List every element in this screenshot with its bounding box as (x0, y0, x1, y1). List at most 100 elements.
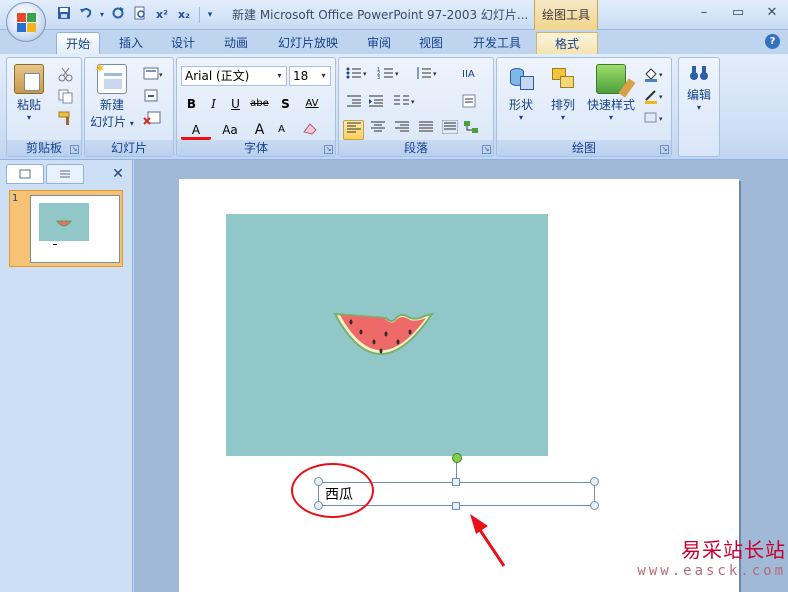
qat-separator (199, 7, 200, 23)
thumbnail-picture (39, 203, 89, 241)
thumbnail-text-mark (53, 244, 57, 245)
shape-effects-icon[interactable]: ▾ (643, 110, 667, 126)
undo-dropdown-icon[interactable]: ▾ (98, 6, 106, 24)
text-shadow-button[interactable]: S (275, 94, 296, 114)
italic-button[interactable]: I (203, 94, 224, 114)
svg-text:IIA: IIA (462, 69, 475, 80)
tab-animations[interactable]: 动画 (214, 32, 258, 54)
font-launcher-icon[interactable]: ↘ (324, 145, 333, 154)
drawing-tools-context: 绘图工具 (534, 0, 598, 30)
drawing-launcher-icon[interactable]: ↘ (660, 145, 669, 154)
resize-handle-bottom[interactable] (452, 502, 460, 510)
align-center-icon[interactable] (367, 120, 388, 140)
clipboard-launcher-icon[interactable]: ↘ (70, 145, 79, 154)
shrink-font-button[interactable]: A (271, 120, 292, 140)
slide-thumbnail-1[interactable]: 1 (9, 190, 123, 267)
arrange-button[interactable]: 排列 ▾ (543, 64, 583, 122)
cut-icon[interactable] (57, 66, 75, 82)
arrange-dropdown-icon[interactable]: ▾ (543, 113, 583, 122)
numbering-icon[interactable]: 1 2 3 ▾ (375, 66, 405, 86)
font-family-dropdown-icon[interactable]: ▾ (273, 67, 286, 85)
decrease-indent-icon[interactable] (343, 94, 364, 114)
close-icon[interactable]: ✕ (762, 4, 782, 22)
align-right-icon[interactable] (391, 120, 412, 140)
slides-tab-icon[interactable] (6, 164, 44, 184)
font-family-select[interactable]: Arial (正文) ▾ (181, 66, 287, 86)
distributed-icon[interactable] (439, 119, 460, 140)
character-spacing-button[interactable]: AV (297, 94, 327, 114)
pane-tabs: ✕ (4, 164, 130, 186)
office-logo-icon (17, 13, 37, 33)
tab-slideshow[interactable]: 幻灯片放映 (270, 32, 346, 54)
quick-styles-button[interactable]: 快速样式 ▾ (583, 64, 639, 122)
underline-button[interactable]: U (225, 94, 246, 114)
save-icon[interactable] (54, 6, 74, 24)
watermelon-picture[interactable] (226, 214, 548, 456)
justify-icon[interactable] (415, 120, 436, 140)
tab-format[interactable]: 格式 (536, 32, 598, 54)
format-painter-icon[interactable] (57, 110, 75, 126)
office-button[interactable] (6, 2, 46, 42)
grow-font-button[interactable]: A (249, 120, 270, 140)
redo-icon[interactable] (108, 6, 128, 24)
layout-icon[interactable]: ▾ (143, 66, 163, 82)
svg-text:▾: ▾ (659, 93, 663, 101)
window-controls: – ▭ ✕ (694, 4, 782, 22)
tab-developer[interactable]: 开发工具 (464, 32, 530, 54)
change-case-button[interactable]: Aa (215, 120, 245, 140)
copy-icon[interactable] (57, 88, 75, 104)
undo-icon[interactable] (76, 6, 96, 24)
increase-indent-icon[interactable] (365, 94, 386, 114)
resize-handle-top[interactable] (452, 478, 460, 486)
smartart-icon[interactable] (461, 120, 482, 140)
tab-home[interactable]: 开始 (56, 32, 100, 54)
align-text-icon[interactable] (459, 94, 480, 114)
resize-handle-bottom-right[interactable] (590, 501, 599, 510)
close-pane-icon[interactable]: ✕ (110, 164, 126, 184)
strikethrough-button[interactable]: abe (249, 94, 270, 114)
columns-icon[interactable]: ▾ (391, 94, 421, 114)
svg-text:▾: ▾ (395, 70, 399, 78)
tab-view[interactable]: 视图 (410, 32, 452, 54)
tab-design[interactable]: 设计 (162, 32, 204, 54)
minimize-icon[interactable]: – (694, 4, 714, 22)
paste-dropdown-icon[interactable]: ▾ (11, 113, 47, 122)
print-preview-icon[interactable] (130, 6, 150, 24)
outline-tab-icon[interactable] (46, 164, 84, 184)
line-spacing-icon[interactable]: ▾ (413, 66, 443, 86)
align-left-icon[interactable] (343, 120, 364, 140)
resize-handle-top-right[interactable] (590, 477, 599, 486)
rotation-handle[interactable] (452, 453, 462, 463)
quick-styles-dropdown-icon[interactable]: ▾ (583, 113, 639, 122)
delete-slide-icon[interactable] (143, 110, 161, 126)
shape-outline-icon[interactable]: ▾ (643, 88, 667, 104)
bullets-icon[interactable]: ▾ (343, 66, 373, 86)
editing-dropdown-icon[interactable]: ▾ (681, 103, 717, 112)
font-size-dropdown-icon[interactable]: ▾ (317, 67, 330, 85)
font-size-select[interactable]: 18 ▾ (289, 66, 331, 86)
clear-formatting-icon[interactable] (299, 120, 320, 140)
superscript-button[interactable]: x² (152, 6, 172, 24)
bold-button[interactable]: B (181, 94, 202, 114)
tab-review[interactable]: 审阅 (358, 32, 400, 54)
tab-insert[interactable]: 插入 (110, 32, 152, 54)
new-slide-icon: ✶ (94, 61, 127, 94)
editing-button[interactable]: 编辑 ▾ (681, 64, 717, 112)
font-color-button[interactable]: A (181, 120, 211, 140)
new-slide-button[interactable]: ✶ 新建 幻灯片 ▾ (89, 61, 135, 130)
ribbon-tabs: 开始 插入 设计 动画 幻灯片放映 审阅 视图 开发工具 格式 ? (0, 30, 788, 54)
binoculars-icon (689, 64, 709, 82)
window-title: 新建 Microsoft Office PowerPoint 97-2003 幻… (232, 8, 529, 22)
help-icon[interactable]: ? (765, 34, 780, 49)
shapes-button[interactable]: 形状 ▾ (501, 64, 541, 122)
customize-qat-icon[interactable]: ▾ (205, 6, 215, 24)
paste-button[interactable]: 粘贴 ▾ (11, 64, 47, 122)
paragraph-launcher-icon[interactable]: ↘ (482, 145, 491, 154)
shape-fill-icon[interactable]: ▾ (643, 66, 667, 82)
shapes-dropdown-icon[interactable]: ▾ (501, 113, 541, 122)
paste-icon (14, 64, 44, 94)
maximize-icon[interactable]: ▭ (728, 4, 748, 22)
text-direction-icon[interactable]: IIA (459, 66, 480, 86)
reset-slide-icon[interactable] (143, 88, 161, 104)
subscript-button[interactable]: x₂ (174, 6, 194, 24)
